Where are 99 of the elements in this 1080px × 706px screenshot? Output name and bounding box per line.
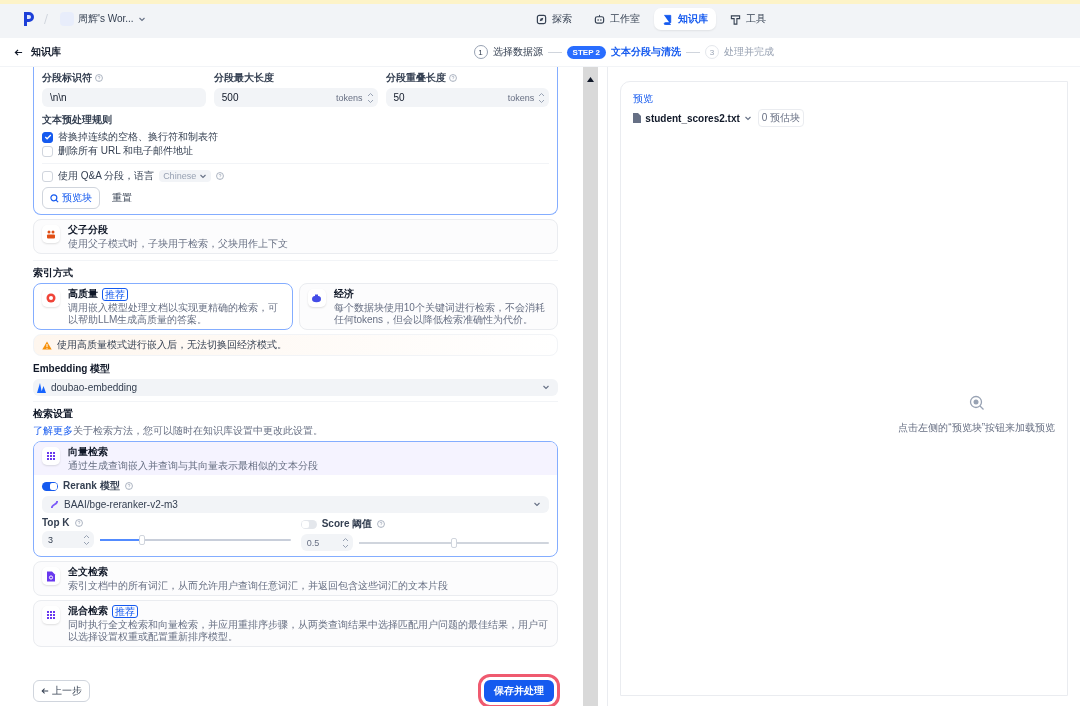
help-icon <box>124 482 133 490</box>
toggle-switch[interactable] <box>300 519 317 529</box>
stepper-arrows-icon[interactable] <box>366 91 374 104</box>
stepper-arrows-icon[interactable] <box>341 536 349 549</box>
section-title: 索引方式 <box>33 266 74 280</box>
step-label: 选择数据源 <box>492 45 543 59</box>
document-search-icon <box>42 567 60 585</box>
file-icon <box>633 113 642 123</box>
logo-icon[interactable] <box>24 12 34 26</box>
option-description: 索引文档中的所有词汇，从而允许用户查询任意词汇，并返回包含这些词汇的文本片段 <box>68 580 448 592</box>
grid-icon <box>42 606 60 624</box>
help-icon <box>74 518 83 527</box>
option-title: 经济 <box>333 287 354 301</box>
nav-tab[interactable]: 探索 <box>528 8 580 30</box>
setting-label: Rerank 模型 <box>63 479 120 493</box>
field-label: 分段标识符 <box>42 71 92 85</box>
option-card[interactable]: 混合检索 推荐 同时执行全文检索和向量检索，并应用重排序步骤，从两类查询结果中选择匹配用户问题的最佳结果，用户可以选择设置权重或配置重新排序模型。 <box>33 600 559 647</box>
compass-icon <box>536 13 547 25</box>
stepper-arrows-icon[interactable] <box>538 91 546 104</box>
people-icon <box>42 225 60 243</box>
scrollbar[interactable] <box>583 67 599 706</box>
option-title: 向量检索 <box>68 445 108 459</box>
nav-tab[interactable]: 工具 <box>722 8 774 30</box>
option-description: 每个数据块使用10个关键词进行检索，不会消耗任何tokens，但会以降低检索准确性为代价。 <box>333 302 546 326</box>
checkbox-label: 替换掉连续的空格、换行符和制表符 <box>58 130 218 144</box>
recommended-tag: 推荐 <box>102 287 128 301</box>
option-card[interactable]: 全文检索 索引文档中的所有词汇，从而允许用户查询任意词汇，并返回包含这些词汇的文本片段 <box>33 561 559 596</box>
step-label: 处理并完成 <box>724 45 774 59</box>
checkbox[interactable] <box>42 131 53 143</box>
file-selector[interactable]: student_scores2.txt <box>645 112 740 124</box>
option-card[interactable]: 经济 每个数据块使用10个关键词进行检索，不会消耗任何tokens，但会以降低检索准确性为代价。 <box>298 283 559 330</box>
number-input[interactable]: 3 <box>42 531 94 548</box>
reset-button[interactable]: 重置 <box>112 191 132 205</box>
hammer-icon <box>730 13 741 25</box>
slider-thumb[interactable] <box>451 537 457 548</box>
model-logo-icon <box>50 500 59 509</box>
option-card[interactable]: 向量检索 通过生成查询嵌入并查询与其向量表示最相似的文本分段 Rerank 模型 BAAI/bge-reranker-v2-m3 Top K 3 Score 阈值 0.5 <box>33 441 559 557</box>
chevron-down-icon <box>743 114 752 122</box>
model-select[interactable]: doubao-embedding <box>33 379 559 396</box>
option-title: 混合检索 <box>68 604 108 618</box>
setting-label: Score 阈值 <box>321 517 373 531</box>
model-logo-icon <box>37 382 46 393</box>
learn-more-link[interactable]: 了解更多 <box>33 425 73 436</box>
book-icon <box>662 13 673 25</box>
workspace-selector[interactable]: 周辉's Wor... <box>60 12 146 26</box>
help-text: 了解更多关于检索方法，您可以随时在知识库设置中更改此设置。 <box>33 424 324 438</box>
back-arrow-icon <box>41 687 49 695</box>
step-badge: STEP 2 <box>566 45 606 59</box>
step-label: 文本分段与清洗 <box>611 45 681 59</box>
preview-button[interactable]: 预览块 <box>42 187 100 209</box>
back-arrow-icon[interactable] <box>14 47 23 57</box>
slider-thumb[interactable] <box>138 534 145 545</box>
robot-icon <box>594 13 605 25</box>
chevron-down-icon <box>199 172 208 180</box>
nav-tab[interactable]: 工作室 <box>586 8 648 30</box>
input-field[interactable]: 500 tokens <box>213 88 378 107</box>
recommended-tag: 推荐 <box>112 604 138 618</box>
section-title: 检索设置 <box>33 407 74 421</box>
piggy-bank-icon <box>307 289 326 307</box>
option-title: 高质量 <box>68 287 98 301</box>
search-icon <box>50 193 59 203</box>
stepper-arrows-icon[interactable] <box>83 533 90 546</box>
back-button[interactable]: 上一步 <box>33 680 90 702</box>
option-card[interactable]: 父子分段 使用父子模式时，子块用于检索，父块用作上下文 <box>33 219 559 254</box>
field-label: 分段最大长度 <box>213 71 274 85</box>
option-title: 父子分段 <box>68 223 108 237</box>
option-description: 同时执行全文检索和向量检索，并应用重排序步骤，从两类查询结果中选择匹配用户问题的最佳结果，用户可以选择设置权重或配置重新排序模型。 <box>68 619 549 643</box>
option-description: 使用父子模式时，子块用于检索，父块用作上下文 <box>68 238 288 250</box>
option-card[interactable]: 高质量 推荐 调用嵌入模型处理文档以实现更精确的检索，可以帮助LLM生成高质量的答案。 <box>33 283 293 330</box>
chunk-count: 0 预估块 <box>757 109 805 127</box>
section-title: Embedding 模型 <box>33 362 112 376</box>
checkbox-label: 删除所有 URL 和电子邮件地址 <box>58 144 194 158</box>
grid-icon <box>42 447 60 465</box>
setting-label: Top K <box>42 517 70 528</box>
option-title: 全文检索 <box>68 565 108 579</box>
help-icon <box>216 172 225 180</box>
model-select[interactable]: BAAI/bge-reranker-v2-m3 <box>42 496 550 513</box>
warning-banner: 使用高质量模式进行嵌入后，无法切换回经济模式。 <box>33 334 559 356</box>
input-field[interactable]: 50 tokens <box>385 88 550 107</box>
chevron-down-icon <box>137 15 146 23</box>
field-label: 分段重叠长度 <box>385 71 446 85</box>
chevron-down-icon <box>542 383 551 391</box>
toggle-switch[interactable] <box>42 481 58 491</box>
help-icon <box>377 520 386 528</box>
chevron-down-icon <box>533 500 542 508</box>
warning-icon <box>42 340 52 350</box>
search-icon <box>968 395 985 411</box>
number-input[interactable]: 0.5 <box>300 534 353 551</box>
input-field[interactable]: \n\n <box>42 88 206 107</box>
empty-state-text: 点击左侧的“预览块”按钮来加载预览 <box>898 421 1055 435</box>
nav-tab[interactable]: 知识库 <box>654 8 716 30</box>
target-icon <box>42 289 60 307</box>
option-description: 调用嵌入模型处理文档以实现更精确的检索，可以帮助LLM生成高质量的答案。 <box>68 302 279 326</box>
checkbox-label: 使用 Q&A 分段，语言 <box>58 169 155 183</box>
scroll-up-arrow-icon[interactable] <box>587 77 595 82</box>
section-label: 文本预处理规则 <box>42 113 113 127</box>
option-description: 通过生成查询嵌入并查询与其向量表示最相似的文本分段 <box>68 460 318 472</box>
page-title: 知识库 <box>31 45 61 59</box>
panel-label: 预览 <box>633 92 655 106</box>
